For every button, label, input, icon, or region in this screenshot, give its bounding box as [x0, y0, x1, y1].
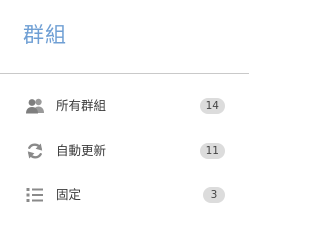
panel-title: 群組 [23, 23, 67, 47]
list-icon [26, 188, 43, 202]
group-item-label: 固定 [56, 187, 82, 202]
count-badge: 14 [199, 98, 225, 114]
count-badge: 3 [203, 187, 225, 203]
divider [0, 73, 249, 74]
sync-icon [27, 143, 43, 159]
group-item-label: 所有群組 [56, 98, 107, 113]
group-item-pinned[interactable]: 固定 3 [0, 180, 249, 210]
group-item-auto-update[interactable]: 自動更新 11 [0, 136, 249, 166]
group-item-label: 自動更新 [56, 143, 107, 158]
groups-panel: 群組 所有群組 14 自動更新 11 固定 3 [0, 0, 249, 227]
people-icon [26, 98, 44, 114]
group-item-all[interactable]: 所有群組 14 [0, 91, 249, 121]
count-badge: 11 [199, 143, 225, 159]
